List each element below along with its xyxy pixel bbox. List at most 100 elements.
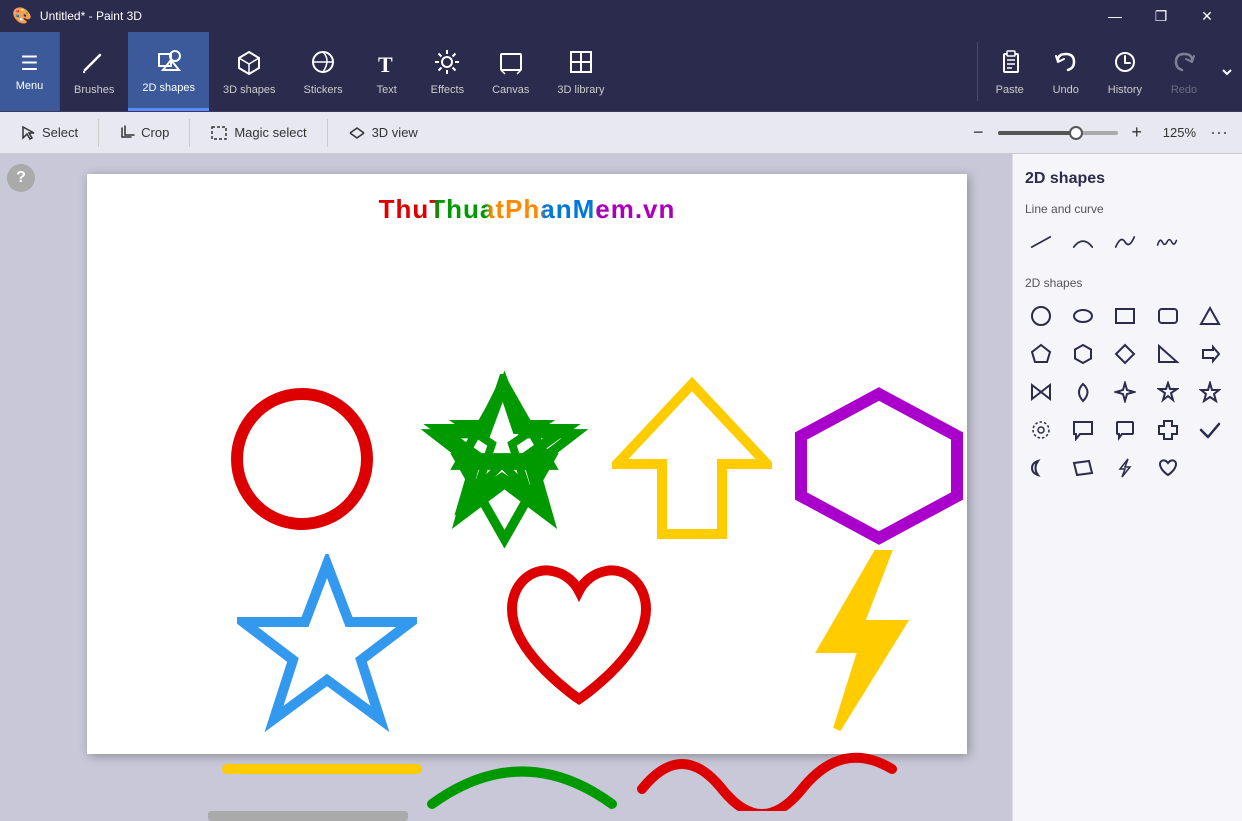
right-panel: 2D shapes Line and curve 2D shapes	[1012, 154, 1242, 821]
shape-btn-curve[interactable]	[1067, 226, 1099, 258]
menu-button[interactable]: ☰ Menu	[0, 32, 60, 111]
line-curve-section-title: Line and curve	[1025, 202, 1230, 216]
close-button[interactable]: ✕	[1184, 0, 1230, 32]
shape-btn-diamond[interactable]	[1109, 338, 1141, 370]
history-icon	[1111, 48, 1139, 80]
panel-title: 2D shapes	[1025, 170, 1230, 188]
toolbar-right: Paste Undo History	[973, 32, 1242, 111]
shape-btn-check[interactable]	[1194, 414, 1226, 446]
toolbar-3d-library[interactable]: 3D library	[543, 32, 618, 111]
shape-arrow	[612, 374, 772, 544]
shape-btn-line[interactable]	[1025, 226, 1057, 258]
subtoolbar: Select Crop Magic select 3D view − + 125…	[0, 112, 1242, 154]
3d-view-label: 3D view	[372, 125, 418, 140]
undo-label: Undo	[1053, 84, 1079, 96]
magic-select-label: Magic select	[234, 125, 306, 140]
toolbar-2d-shapes[interactable]: 2D shapes	[128, 32, 209, 111]
zoom-slider[interactable]	[998, 131, 1118, 135]
svg-text:T: T	[378, 52, 393, 76]
shape-btn-triangle[interactable]	[1194, 300, 1226, 332]
shape-btn-s-curve[interactable]	[1109, 226, 1141, 258]
3d-library-label: 3D library	[557, 84, 604, 96]
effects-label: Effects	[431, 84, 464, 96]
shape-btn-round-speech[interactable]	[1109, 414, 1141, 446]
minimize-button[interactable]: —	[1092, 0, 1138, 32]
horizontal-scrollbar[interactable]	[84, 811, 1012, 821]
shape-btn-circle[interactable]	[1025, 300, 1057, 332]
effects-icon	[433, 48, 461, 80]
toolbar: ☰ Menu Brushes 2D shapes	[0, 32, 1242, 112]
shape-btn-rounded-rect[interactable]	[1152, 300, 1184, 332]
toolbar-3d-shapes[interactable]: 3D shapes	[209, 32, 290, 111]
shape-btn-lightning[interactable]	[1109, 452, 1141, 484]
shape-btn-squiggle[interactable]	[1151, 226, 1183, 258]
drawing-canvas[interactable]: ThuThuatPhanMem.vn	[87, 174, 967, 754]
shape-btn-oval[interactable]	[1067, 300, 1099, 332]
toolbar-history[interactable]: History	[1094, 32, 1156, 111]
3d-view-button[interactable]: 3D view	[336, 117, 430, 149]
shape-btn-speech-bubble[interactable]	[1067, 414, 1099, 446]
toolbar-effects[interactable]: Effects	[417, 32, 478, 111]
toolbar-undo[interactable]: Undo	[1038, 32, 1094, 111]
toolbar-text[interactable]: T Text	[357, 32, 417, 111]
shape-btn-rect[interactable]	[1109, 300, 1141, 332]
shape-circle	[217, 384, 387, 534]
titlebar-controls: — ❐ ✕	[1092, 0, 1230, 32]
crop-button[interactable]: Crop	[107, 117, 181, 149]
shape-btn-parallelogram[interactable]	[1067, 452, 1099, 484]
paste-label: Paste	[996, 84, 1024, 96]
shape-btn-cross[interactable]	[1152, 414, 1184, 446]
zoom-more-button[interactable]: ···	[1204, 122, 1234, 143]
zoom-in-button[interactable]: +	[1126, 122, 1149, 143]
shape-btn-right-triangle[interactable]	[1152, 338, 1184, 370]
shapes-container	[87, 174, 967, 754]
toolbar-paste[interactable]: Paste	[982, 32, 1038, 111]
app-icon: 🎨	[12, 6, 32, 26]
shapes-section-title: 2D shapes	[1025, 276, 1230, 290]
shape-btn-crescent[interactable]	[1025, 452, 1057, 484]
zoom-percent: 125%	[1156, 125, 1196, 140]
shape-btn-chevron[interactable]	[1025, 376, 1057, 408]
redo-label: Redo	[1171, 84, 1197, 96]
shape-btn-heart[interactable]	[1152, 452, 1184, 484]
scrollbar-thumb[interactable]	[208, 811, 408, 821]
shape-star5	[237, 554, 417, 734]
separator-2	[189, 119, 190, 147]
shape-btn-pentagon[interactable]	[1025, 338, 1057, 370]
toolbar-canvas[interactable]: Canvas	[478, 32, 543, 111]
toolbar-redo[interactable]: Redo	[1156, 32, 1212, 111]
toolbar-collapse-button[interactable]	[1212, 32, 1242, 111]
text-label: Text	[377, 84, 397, 96]
separator-3	[327, 119, 328, 147]
main-area: ? ThuThuatPhanMem.vn	[0, 154, 1242, 821]
zoom-fill	[998, 131, 1076, 135]
brushes-icon	[80, 48, 108, 80]
zoom-thumb[interactable]	[1069, 126, 1083, 140]
titlebar: 🎨 Untitled* - Paint 3D — ❐ ✕	[0, 0, 1242, 32]
shape-btn-star4[interactable]	[1109, 376, 1141, 408]
shape-btn-star6[interactable]	[1194, 376, 1226, 408]
shape-lightning	[792, 544, 927, 739]
shape-btn-arrow-right[interactable]	[1194, 338, 1226, 370]
select-label: Select	[42, 125, 78, 140]
shapes-grid	[1025, 300, 1230, 484]
2d-shapes-label: 2D shapes	[142, 82, 195, 94]
shape-btn-gear[interactable]	[1025, 414, 1057, 446]
shape-btn-hexagon[interactable]	[1067, 338, 1099, 370]
crop-label: Crop	[141, 125, 169, 140]
maximize-button[interactable]: ❐	[1138, 0, 1184, 32]
toolbar-brushes[interactable]: Brushes	[60, 32, 128, 111]
canvas-label: Canvas	[492, 84, 529, 96]
canvas-icon	[497, 48, 525, 80]
help-button[interactable]: ?	[7, 164, 35, 192]
shape-btn-star5[interactable]	[1152, 376, 1184, 408]
undo-icon	[1052, 48, 1080, 80]
magic-select-button[interactable]: Magic select	[198, 117, 318, 149]
shape-btn-leaf[interactable]	[1067, 376, 1099, 408]
select-button[interactable]: Select	[8, 117, 90, 149]
stickers-icon	[309, 48, 337, 80]
redo-icon	[1170, 48, 1198, 80]
canvas-area[interactable]: ThuThuatPhanMem.vn	[42, 154, 1012, 821]
toolbar-stickers[interactable]: Stickers	[290, 32, 357, 111]
zoom-out-button[interactable]: −	[967, 122, 990, 143]
